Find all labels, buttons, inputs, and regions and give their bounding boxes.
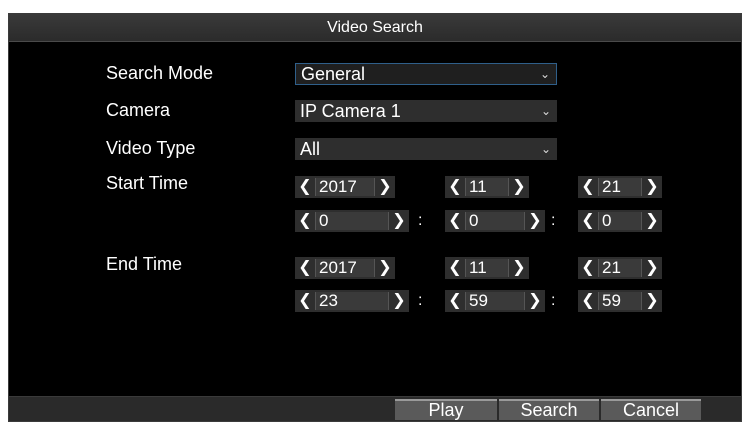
end-time-label: End Time [106, 254, 183, 274]
search-mode-value: General [301, 64, 366, 84]
chevron-left-icon[interactable]: ❮ [447, 176, 463, 198]
end-minute-value[interactable]: 59 [465, 292, 525, 310]
start-second-value[interactable]: 0 [598, 212, 642, 230]
time-separator: : [418, 292, 423, 309]
chevron-right-icon[interactable]: ❯ [377, 257, 393, 279]
camera-select[interactable]: IP Camera 1 ⌄ [295, 100, 557, 122]
chevron-left-icon[interactable]: ❮ [447, 210, 463, 232]
start-year-spinner[interactable]: ❮ 2017 ❯ [295, 176, 395, 198]
chevron-left-icon[interactable]: ❮ [447, 290, 463, 312]
search-button[interactable]: Search [499, 399, 599, 420]
start-hour-value[interactable]: 0 [315, 212, 389, 230]
chevron-down-icon: ⌄ [540, 142, 551, 156]
video-search-dialog: Video Search Search Mode Camera Video Ty… [8, 13, 742, 422]
start-minute-value[interactable]: 0 [465, 212, 525, 230]
dialog-title: Video Search [9, 14, 741, 42]
start-second-spinner[interactable]: ❮ 0 ❯ [578, 210, 662, 232]
chevron-right-icon[interactable]: ❯ [644, 176, 660, 198]
chevron-left-icon[interactable]: ❮ [297, 257, 313, 279]
end-month-value[interactable]: 11 [465, 259, 509, 277]
start-year-value[interactable]: 2017 [315, 178, 375, 196]
chevron-right-icon[interactable]: ❯ [644, 290, 660, 312]
video-type-value: All [300, 139, 321, 159]
start-month-spinner[interactable]: ❮ 11 ❯ [445, 176, 529, 198]
end-day-spinner[interactable]: ❮ 21 ❯ [578, 257, 662, 279]
time-separator: : [418, 212, 423, 229]
video-type-select[interactable]: All ⌄ [295, 138, 557, 160]
chevron-left-icon[interactable]: ❮ [580, 290, 596, 312]
chevron-left-icon[interactable]: ❮ [580, 176, 596, 198]
cancel-button[interactable]: Cancel [601, 399, 701, 420]
end-day-value[interactable]: 21 [598, 259, 642, 277]
start-month-value[interactable]: 11 [465, 178, 509, 196]
chevron-right-icon[interactable]: ❯ [527, 290, 543, 312]
chevron-left-icon[interactable]: ❮ [297, 176, 313, 198]
chevron-right-icon[interactable]: ❯ [391, 210, 407, 232]
end-year-value[interactable]: 2017 [315, 259, 375, 277]
chevron-right-icon[interactable]: ❯ [377, 176, 393, 198]
chevron-down-icon: ⌄ [539, 67, 550, 81]
search-mode-select[interactable]: General ⌄ [295, 63, 557, 85]
start-minute-spinner[interactable]: ❮ 0 ❯ [445, 210, 545, 232]
start-day-spinner[interactable]: ❮ 21 ❯ [578, 176, 662, 198]
end-month-spinner[interactable]: ❮ 11 ❯ [445, 257, 529, 279]
start-hour-spinner[interactable]: ❮ 0 ❯ [295, 210, 409, 232]
end-minute-spinner[interactable]: ❮ 59 ❯ [445, 290, 545, 312]
chevron-right-icon[interactable]: ❯ [511, 257, 527, 279]
chevron-right-icon[interactable]: ❯ [644, 210, 660, 232]
chevron-left-icon[interactable]: ❮ [297, 290, 313, 312]
play-button[interactable]: Play [395, 399, 497, 420]
start-time-label: Start Time [106, 173, 189, 193]
start-day-value[interactable]: 21 [598, 178, 642, 196]
end-second-spinner[interactable]: ❮ 59 ❯ [578, 290, 662, 312]
chevron-left-icon[interactable]: ❮ [580, 257, 596, 279]
chevron-right-icon[interactable]: ❯ [391, 290, 407, 312]
chevron-down-icon: ⌄ [540, 104, 551, 118]
time-separator: : [551, 292, 556, 309]
video-type-label: Video Type [106, 138, 196, 158]
chevron-right-icon[interactable]: ❯ [644, 257, 660, 279]
chevron-right-icon[interactable]: ❯ [527, 210, 543, 232]
end-year-spinner[interactable]: ❮ 2017 ❯ [295, 257, 395, 279]
end-second-value[interactable]: 59 [598, 292, 642, 310]
chevron-left-icon[interactable]: ❮ [580, 210, 596, 232]
chevron-left-icon[interactable]: ❮ [297, 210, 313, 232]
chevron-left-icon[interactable]: ❮ [447, 257, 463, 279]
end-hour-value[interactable]: 23 [315, 292, 389, 310]
search-mode-label: Search Mode [106, 63, 214, 83]
chevron-right-icon[interactable]: ❯ [511, 176, 527, 198]
camera-label: Camera [106, 100, 171, 120]
camera-value: IP Camera 1 [300, 101, 401, 121]
time-separator: : [551, 212, 556, 229]
end-hour-spinner[interactable]: ❮ 23 ❯ [295, 290, 409, 312]
dialog-footer: Play Search Cancel [9, 396, 741, 421]
